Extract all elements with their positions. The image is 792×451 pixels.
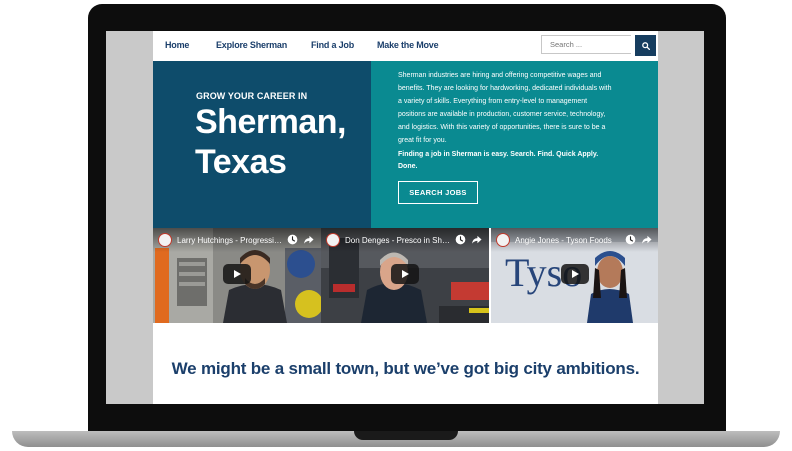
laptop-screen: Home Explore Sherman Find a Job Make the… [106,31,704,404]
hero-cta-text: Finding a job in Sherman is easy. Search… [398,151,599,170]
play-button[interactable] [561,264,589,284]
video-strip: Larry Hutchings - Progressive... Don Den… [153,228,658,323]
play-button[interactable] [391,264,419,284]
nav-make-the-move[interactable]: Make the Move [377,40,439,50]
search-button[interactable] [635,35,656,56]
play-icon [402,270,409,278]
channel-logo-icon [158,233,172,247]
hero-body-text: Sherman industries are hiring and offeri… [398,72,612,144]
web-page: Home Explore Sherman Find a Job Make the… [153,31,658,404]
search-icon [641,41,650,50]
hero-city: Sherman, [195,103,346,141]
video-title[interactable]: Don Denges - Presco in Sherman [345,236,450,245]
video-card[interactable]: Don Denges - Presco in Sherman [321,228,489,323]
hero-kicker: GROW YOUR CAREER IN [196,91,308,101]
video-title[interactable]: Larry Hutchings - Progressive... [177,236,282,245]
nav-find-a-job[interactable]: Find a Job [311,40,354,50]
search-input[interactable] [541,35,631,54]
share-icon[interactable] [303,235,314,245]
watch-later-icon[interactable] [287,234,298,245]
video-title[interactable]: Angie Jones - Tyson Foods [515,236,620,245]
laptop-notch [354,431,458,440]
share-icon[interactable] [471,235,482,245]
hero-state: Texas [195,143,287,181]
channel-logo-icon [326,233,340,247]
tagline-heading: We might be a small town, but we’ve got … [171,359,640,378]
search-jobs-button[interactable]: SEARCH JOBS [398,181,478,204]
watch-later-icon[interactable] [455,234,466,245]
nav-home[interactable]: Home [165,40,189,50]
play-button[interactable] [223,264,251,284]
top-nav: Home Explore Sherman Find a Job Make the… [153,31,658,61]
video-card[interactable]: Larry Hutchings - Progressive... [153,228,321,323]
channel-logo-icon [496,233,510,247]
watch-later-icon[interactable] [625,234,636,245]
search-form [541,35,656,56]
share-icon[interactable] [641,235,652,245]
video-card[interactable]: Tyso Angie Jones - Tyson Foods [491,228,658,323]
play-icon [572,270,579,278]
hero-title-panel: GROW YOUR CAREER IN Sherman, Texas [153,61,371,228]
hero-intro-panel: Sherman industries are hiring and offeri… [371,61,658,228]
nav-explore-sherman[interactable]: Explore Sherman [216,40,287,50]
play-icon [234,270,241,278]
